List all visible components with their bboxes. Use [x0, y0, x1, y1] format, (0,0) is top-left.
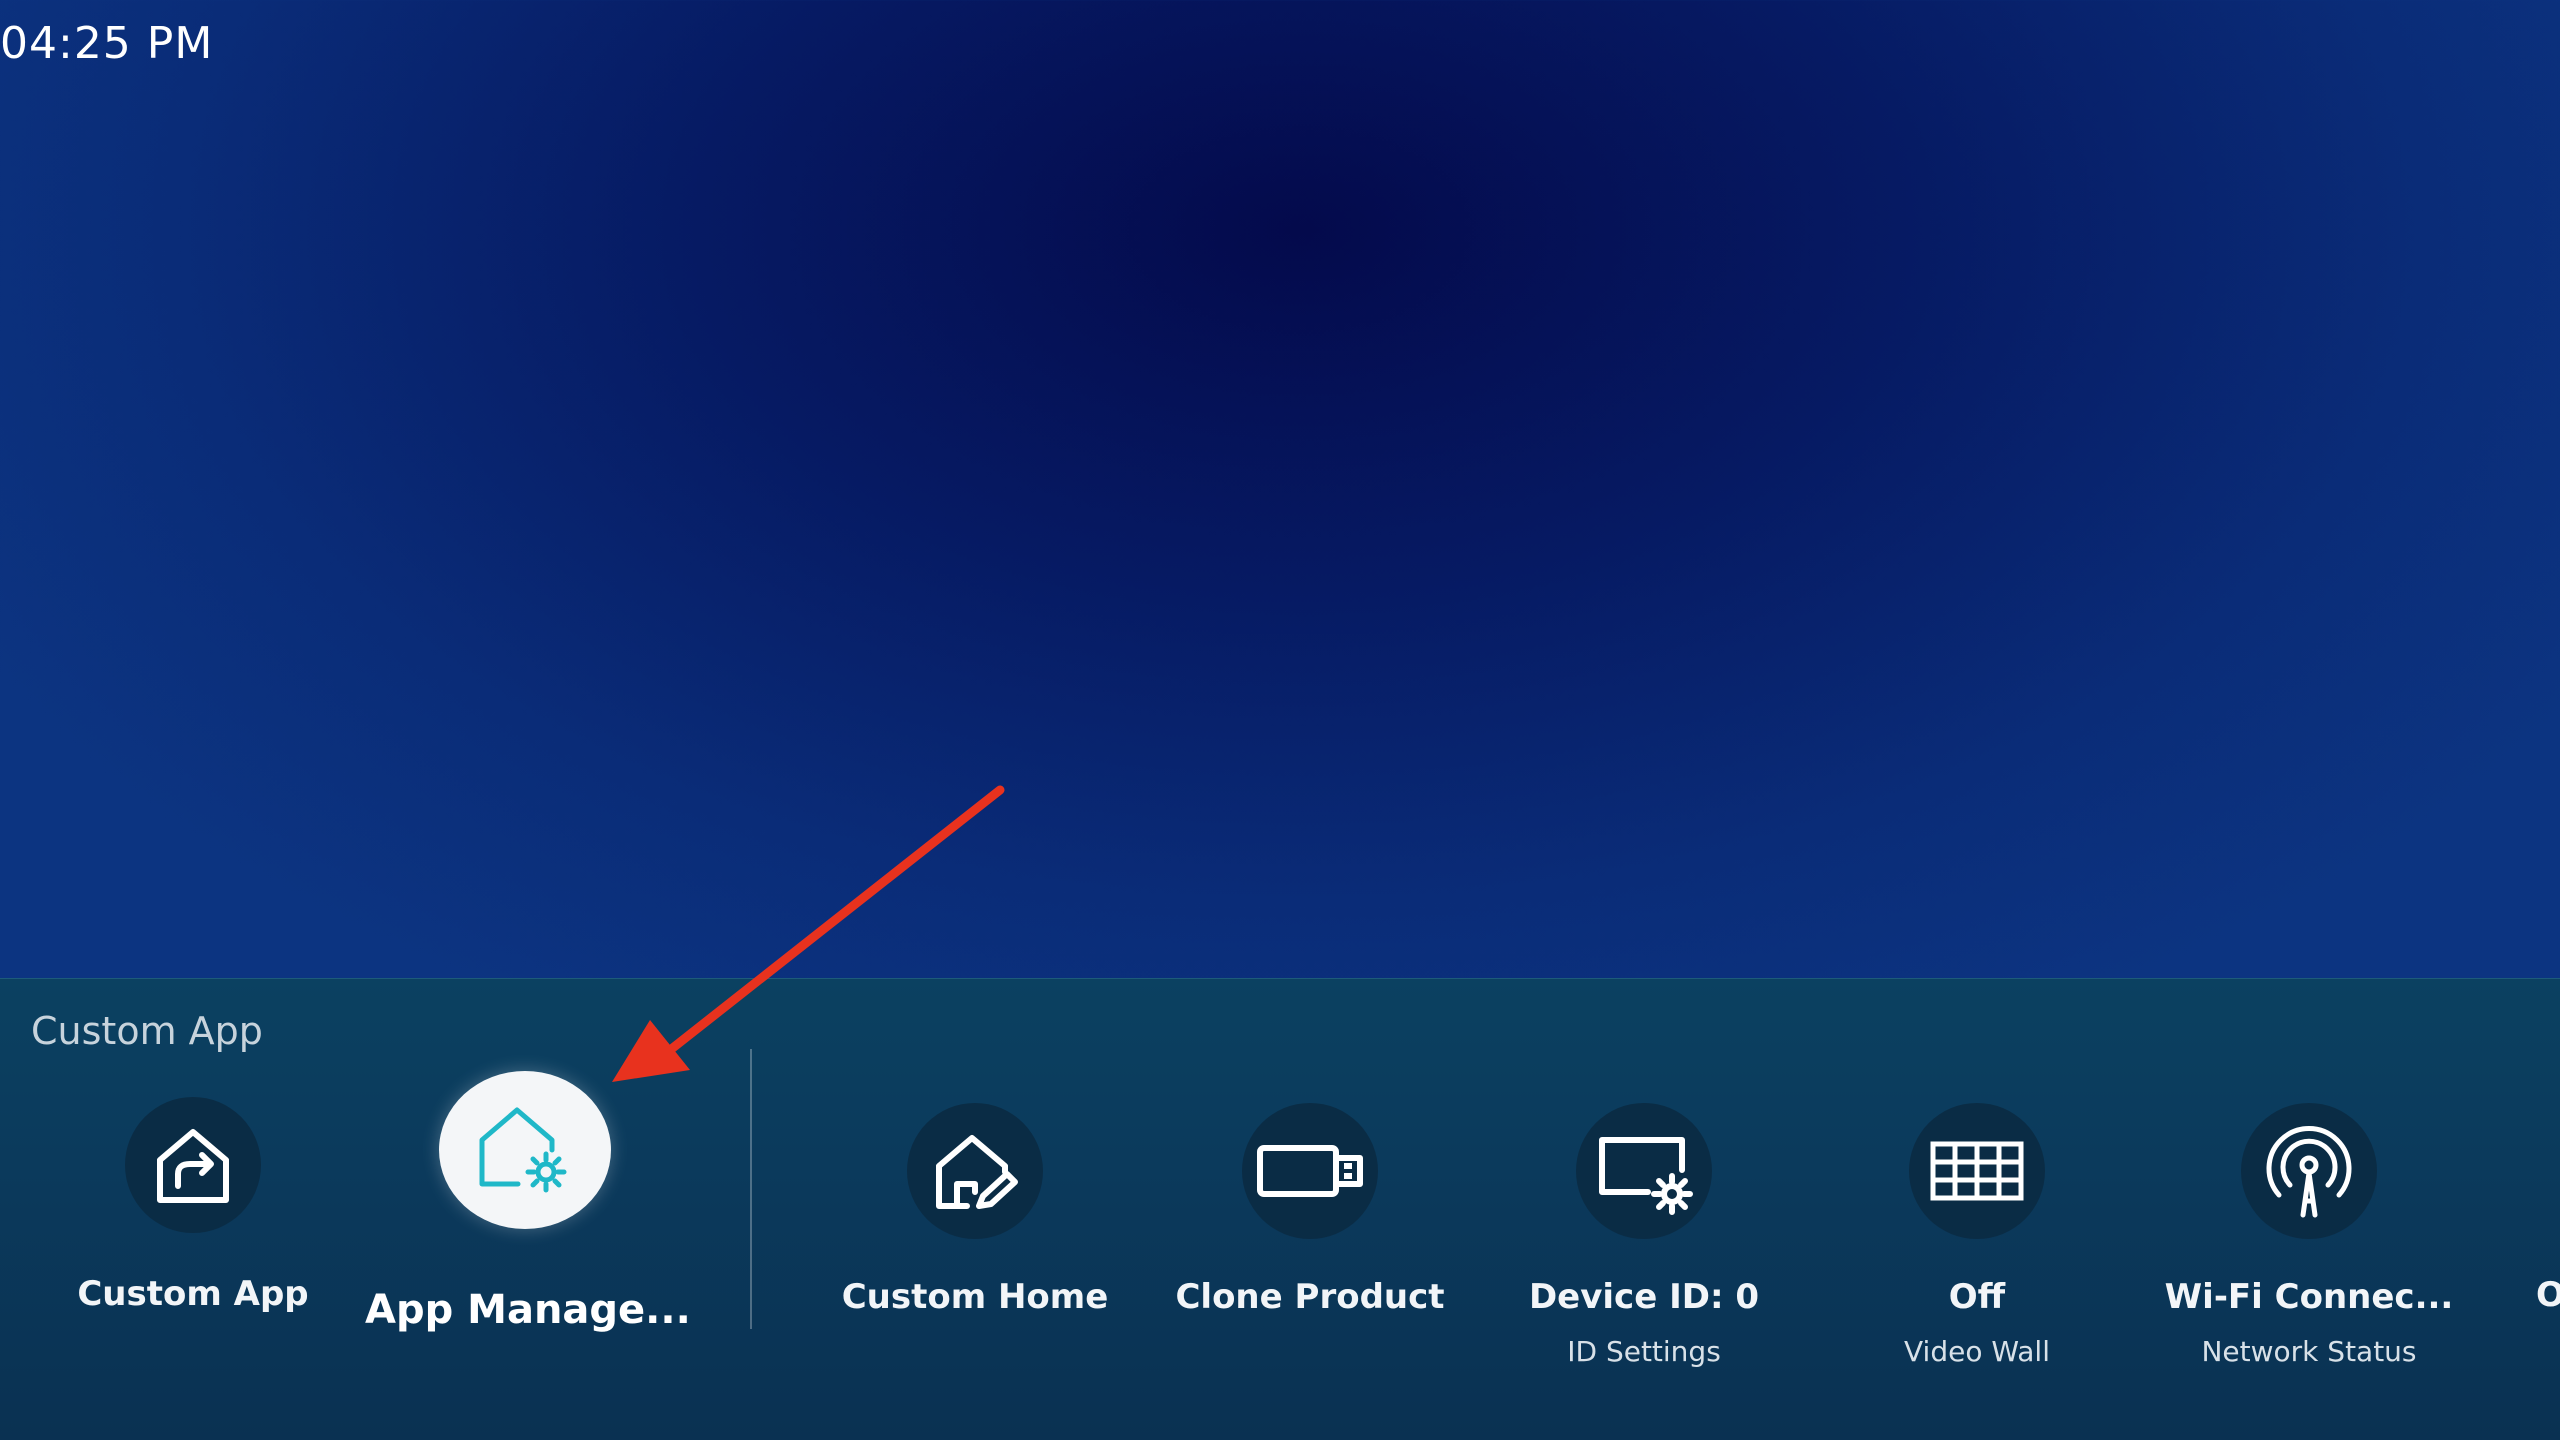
tile-label: App Manage... — [365, 1287, 691, 1333]
custom-app-icon — [125, 1097, 261, 1233]
menu-separator — [750, 1049, 752, 1329]
tile-sublabel: Video Wall — [1904, 1335, 2050, 1368]
tile-label: Custom App — [77, 1274, 309, 1314]
tile-label: Off — [1948, 1277, 2006, 1317]
video-wall-icon — [1909, 1103, 2045, 1239]
custom-home-icon — [907, 1103, 1043, 1239]
tile-sublabel: ID Settings — [1567, 1335, 1721, 1368]
device-settings-icon — [1576, 1103, 1712, 1239]
tile-label: Clone Product — [1175, 1277, 1445, 1317]
panel-title: Custom App — [31, 1009, 263, 1053]
tile-label: Custom Home — [841, 1277, 1109, 1317]
clone-product-icon — [1242, 1103, 1378, 1239]
app-management-icon — [439, 1071, 611, 1229]
bottom-menu-panel: Custom App Custom App App Manage... Cust… — [0, 978, 2560, 1440]
tile-label: Wi-Fi Connec... — [2164, 1277, 2454, 1317]
tile-label: Device ID: 0 — [1528, 1277, 1760, 1317]
clock-time: 04:25 PM — [0, 18, 214, 69]
tile-label-cutoff: O — [2536, 1275, 2560, 1315]
wifi-antenna-icon — [2241, 1103, 2377, 1239]
tile-sublabel: Network Status — [2201, 1335, 2417, 1368]
